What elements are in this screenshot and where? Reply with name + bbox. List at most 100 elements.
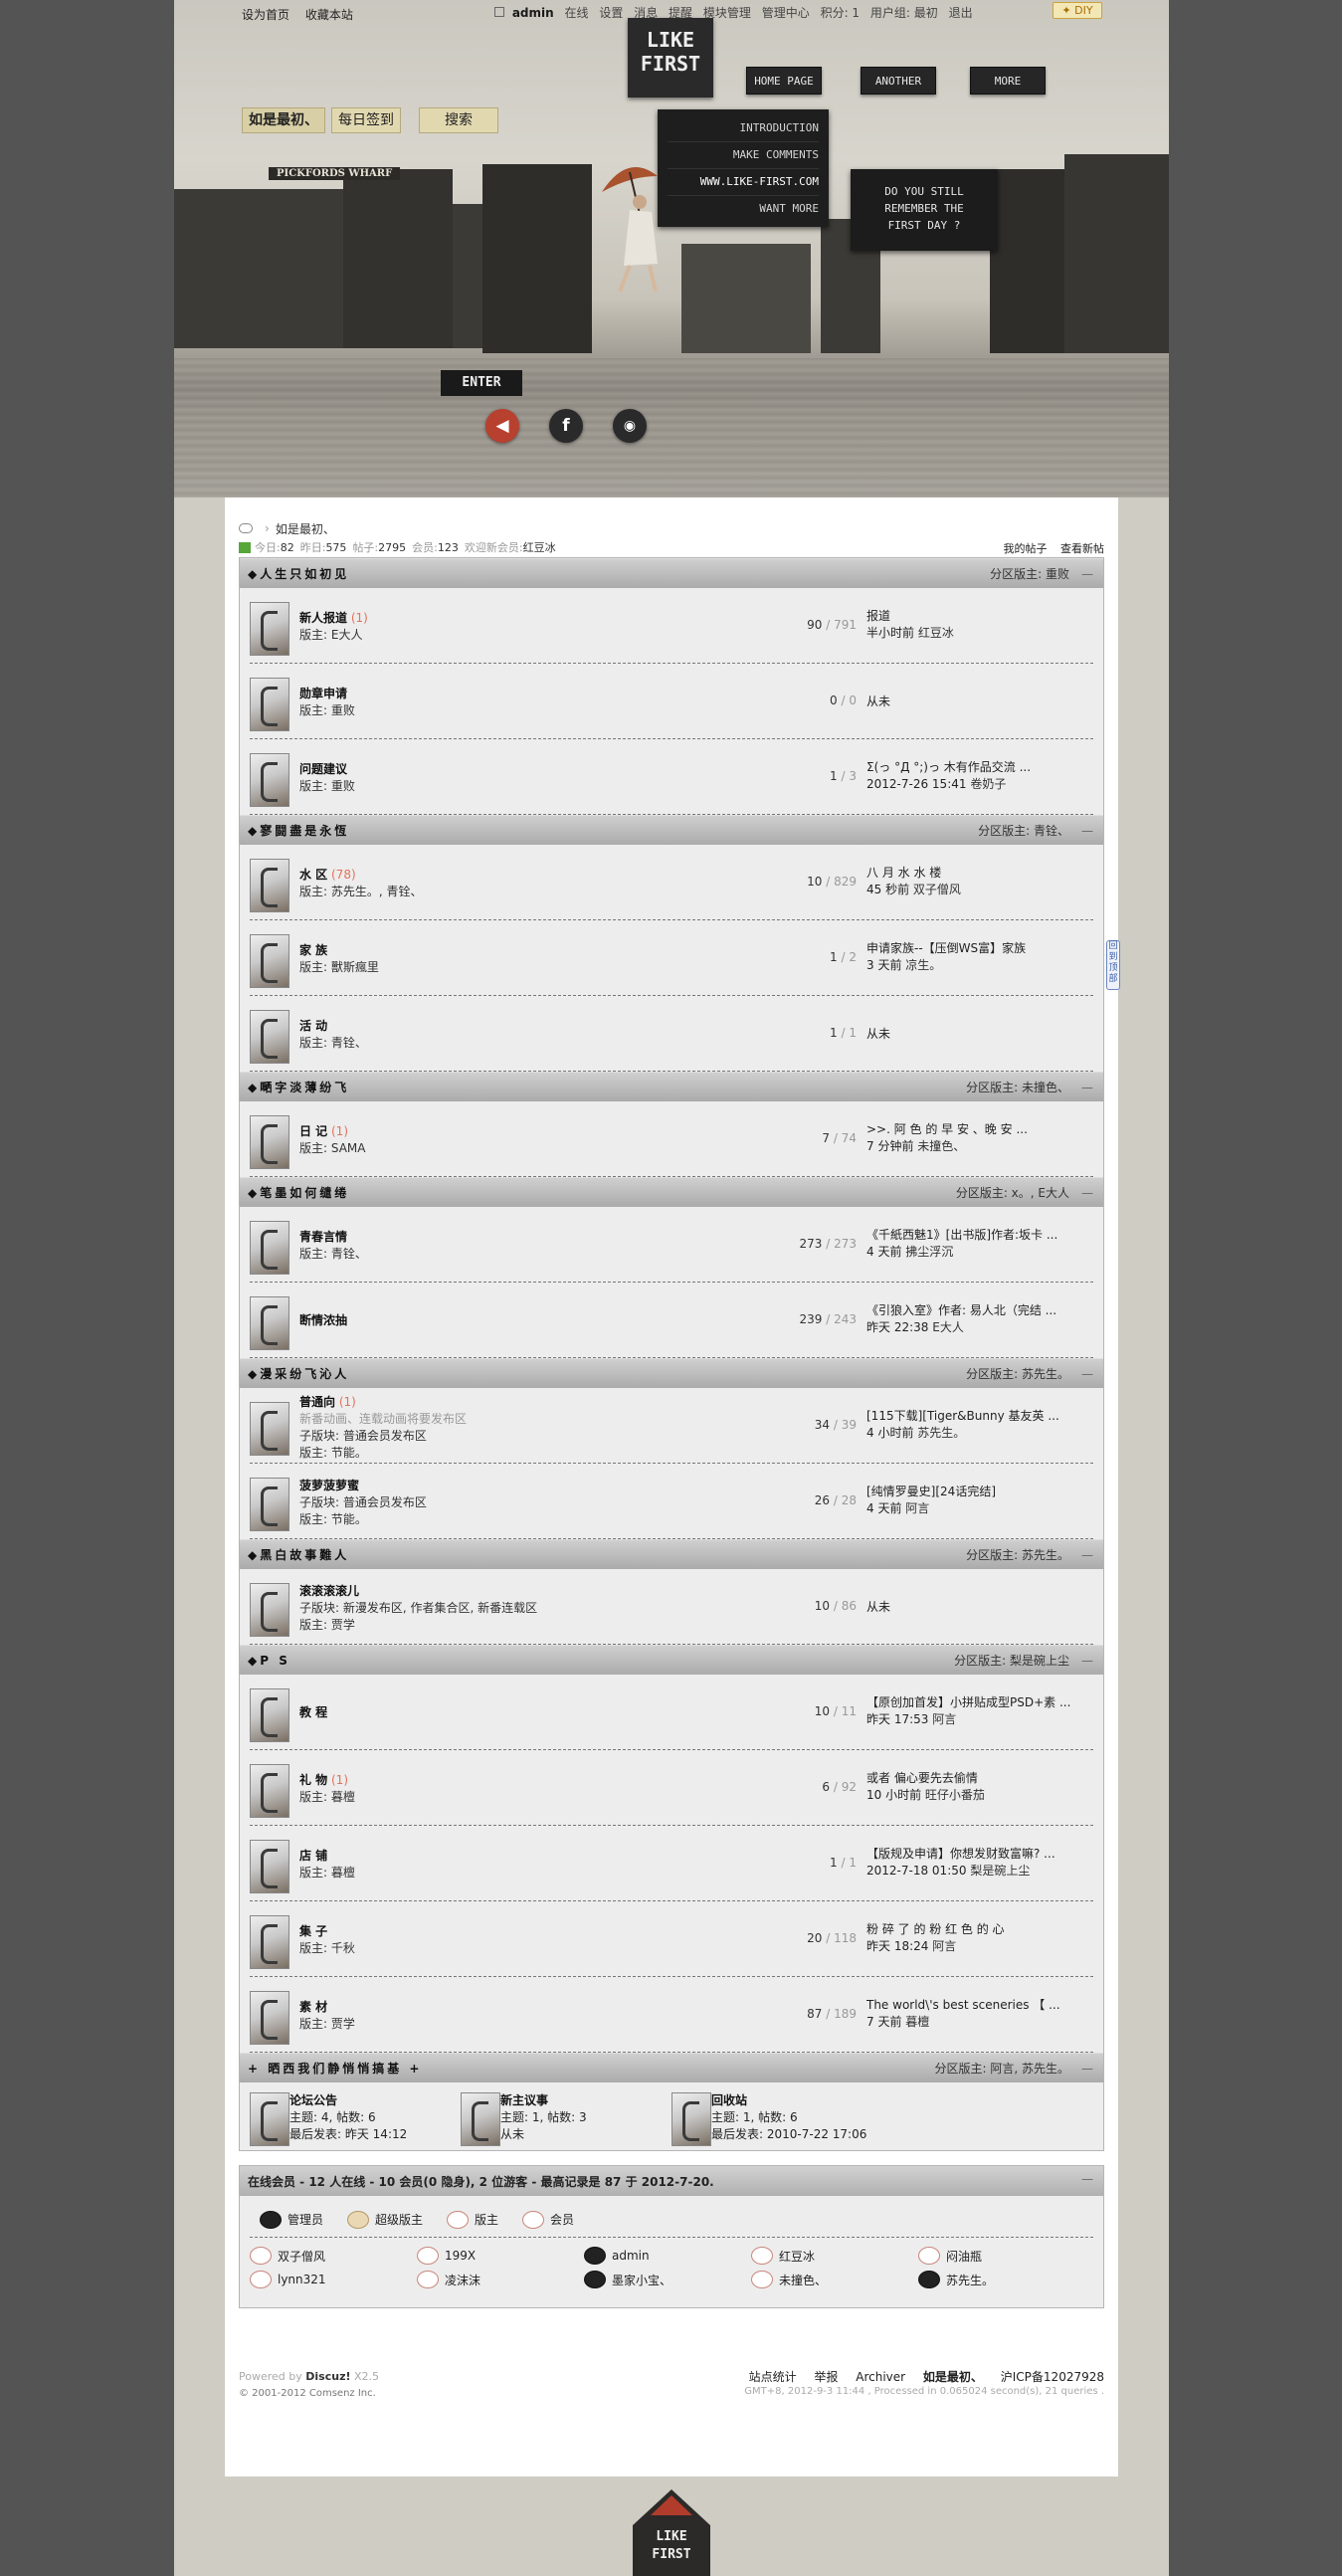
last-post-author[interactable]: 卷奶子	[970, 777, 1006, 791]
forum-moderator[interactable]: 版主: 暮檀	[299, 1865, 355, 1882]
mini-forum-name[interactable]: 回收站	[711, 2093, 747, 2107]
nav-home-page[interactable]: HOME PAGE	[746, 67, 822, 95]
forum-name-link[interactable]: 新人报道	[299, 611, 347, 625]
forum-name-link[interactable]: 集 子	[299, 1924, 327, 1938]
forum-name-link[interactable]: 滚滚滚滚儿	[299, 1584, 359, 1598]
last-post-author[interactable]: 阿言	[905, 1501, 929, 1515]
forum-row[interactable]: 礼 物 (1) 版主: 暮檀 6 / 92 或者 偏心要先去偷情 10 小时前 旺仔小番…	[250, 1750, 1093, 1826]
menu-site-url[interactable]: WWW.LIKE-FIRST.COM	[668, 169, 819, 196]
forum-row[interactable]: 集 子版主: 千秋 20 / 118 粉 碎 了 的 粉 红 色 的 心昨天 18:…	[250, 1901, 1093, 1977]
category-header[interactable]: + 晒西我们静悄悄搞基 + 分区版主: 阿言, 苏先生。 —	[240, 2053, 1103, 2082]
footer-icp-link[interactable]: 沪ICP备12027928	[1001, 2370, 1104, 2384]
last-post-title[interactable]: The world\'s best sceneries 【 ...	[866, 1997, 1095, 2014]
nav-credits[interactable]: 积分: 1	[821, 6, 861, 20]
online-user[interactable]: 199X	[417, 2246, 584, 2266]
forum-row[interactable]: 青春言情 版主: 青铨、 273 / 273 《千紙西魅1》[出书版]作者:坂卡 ..…	[250, 1207, 1093, 1283]
quick-checkin-button[interactable]: 每日签到	[331, 107, 401, 133]
last-post-author[interactable]: 凉生。	[905, 958, 941, 972]
forum-row[interactable]: 教 程 10 / 11 【原创加首发】小拼贴成型PSD+素 ... 昨天 17:53 …	[250, 1675, 1093, 1750]
diy-button[interactable]: ✦ DIY	[1053, 2, 1102, 19]
forum-moderator[interactable]: 版主: 节能。	[299, 1445, 467, 1462]
forum-moderator[interactable]: 版主: 獸斯瘋里	[299, 959, 379, 976]
menu-make-comments[interactable]: MAKE COMMENTS	[668, 142, 819, 169]
facebook-icon[interactable]: f	[549, 409, 583, 443]
last-post-author[interactable]: E大人	[932, 1320, 964, 1334]
site-logo[interactable]: LIKE FIRST	[628, 18, 713, 98]
forum-subforums[interactable]: 子版块: 普通会员发布区	[299, 1428, 467, 1445]
forum-name-link[interactable]: 日 记	[299, 1124, 327, 1138]
forum-row[interactable]: 滚滚滚滚儿 子版块: 新漫发布区, 作者集合区, 新番连载区 版主: 贾学 10 / …	[250, 1569, 1093, 1645]
quick-home-button[interactable]: 如是最初、	[242, 107, 325, 133]
collapse-icon[interactable]: —	[1081, 824, 1093, 838]
mini-forum-item[interactable]: 论坛公告 主题: 4, 帖数: 6 最后发表: 昨天 14:12	[250, 2088, 461, 2146]
last-post-author[interactable]: 阿言	[932, 1712, 956, 1726]
forum-moderator[interactable]: 版主: 青铨、	[299, 1246, 367, 1263]
footer-stats-link[interactable]: 站点统计	[749, 2370, 797, 2384]
last-post-title[interactable]: 从未	[866, 1599, 1095, 1616]
category-header[interactable]: ◆ 人生只如初见 分区版主: 重败 —	[240, 558, 1103, 588]
last-post-title[interactable]: >>. 阿 色 的 早 安 、晚 安 ...	[866, 1121, 1095, 1138]
online-user[interactable]: 苏先生。	[918, 2270, 1085, 2289]
last-post-author[interactable]: 阿言	[932, 1939, 956, 1953]
forum-name-link[interactable]: 家 族	[299, 943, 327, 957]
bookmark-link[interactable]: 收藏本站	[305, 8, 353, 22]
last-post-title[interactable]: 《引狼入室》作者: 易人北（完结 ...	[866, 1302, 1095, 1319]
forum-name-link[interactable]: 问题建议	[299, 762, 347, 776]
enter-button[interactable]: ENTER	[441, 370, 522, 396]
quick-search-button[interactable]: 搜索	[419, 107, 498, 133]
nav-logout[interactable]: 退出	[949, 6, 973, 20]
last-post-title[interactable]: 或者 偏心要先去偷情	[866, 1770, 1095, 1787]
online-user[interactable]: 未撞色、	[751, 2270, 918, 2289]
forum-subforums[interactable]: 子版块: 普通会员发布区	[299, 1494, 427, 1511]
category-header[interactable]: ◆ 嗮字淡薄纷飞 分区版主: 未撞色、 —	[240, 1072, 1103, 1101]
last-post-author[interactable]: 拂尘浮沉	[905, 1245, 953, 1259]
forum-row[interactable]: 水 区 (78) 版主: 苏先生。, 青铨、 10 / 829 八 月 水 水 楼 45…	[250, 845, 1093, 920]
forum-row[interactable]: 店 铺版主: 暮檀 1 / 1 【版规及申请】你想发财致富嘛? ... 2012-7-…	[250, 1826, 1093, 1901]
last-post-author[interactable]: 旺仔小番茄	[925, 1788, 985, 1802]
category-header[interactable]: ◆ 黑白故事難人 分区版主: 苏先生。 —	[240, 1539, 1103, 1569]
collapse-icon[interactable]: —	[1081, 1081, 1093, 1094]
online-user[interactable]: 双子僧风	[250, 2246, 417, 2266]
weibo-icon[interactable]: ◉	[613, 409, 647, 443]
collapse-icon[interactable]: —	[1081, 1548, 1093, 1562]
forum-moderator[interactable]: 版主: 重败	[299, 778, 355, 795]
category-header[interactable]: ◆ 笔墨如何缱绻 分区版主: x。, E大人 —	[240, 1177, 1103, 1207]
menu-want-more[interactable]: WANT MORE	[668, 196, 819, 222]
mini-forum-name[interactable]: 新主议事	[500, 2093, 548, 2107]
forum-moderator[interactable]: 版主: 贾学	[299, 1617, 537, 1634]
online-user[interactable]: 闷油瓶	[918, 2246, 1085, 2266]
forum-row[interactable]: 普通向 (1) 新番动画、连载动画将要发布区 子版块: 普通会员发布区 版主: 节能。…	[250, 1388, 1093, 1464]
forum-moderator[interactable]: 版主: 苏先生。, 青铨、	[299, 884, 423, 900]
forum-row[interactable]: 素 材版主: 贾学 87 / 189 The world\'s best scene…	[250, 1977, 1093, 2053]
welcome-member-link[interactable]: 红豆冰	[523, 539, 556, 555]
nav-admin-center[interactable]: 管理中心	[762, 6, 810, 20]
last-post-title[interactable]: Σ(っ °Д °;)っ 木有作品交流 ...	[866, 759, 1095, 776]
forum-name-link[interactable]: 普通向	[299, 1395, 335, 1409]
forum-name-link[interactable]: 青春言情	[299, 1230, 347, 1244]
footer-report-link[interactable]: 举报	[814, 2370, 838, 2384]
mini-forum-name[interactable]: 论坛公告	[289, 2093, 337, 2107]
forum-name-link[interactable]: 活 动	[299, 1019, 327, 1033]
forum-subforums[interactable]: 子版块: 新漫发布区, 作者集合区, 新番连载区	[299, 1600, 537, 1617]
category-header[interactable]: ◆ 漫采纷飞沁人 分区版主: 苏先生。 —	[240, 1358, 1103, 1388]
category-header[interactable]: ◆ P S 分区版主: 梨是碗上尘 —	[240, 1645, 1103, 1675]
back-icon[interactable]: ◀	[485, 409, 519, 443]
collapse-icon[interactable]: —	[1081, 1186, 1093, 1200]
forum-name-link[interactable]: 勋章申请	[299, 687, 347, 700]
last-post-author[interactable]: 双子僧风	[913, 883, 961, 896]
last-post-title[interactable]: 从未	[866, 1026, 1095, 1043]
nav-more[interactable]: MORE	[970, 67, 1046, 95]
my-posts-link[interactable]: 我的帖子	[1004, 542, 1048, 555]
last-post-title[interactable]: 申请家族--【压倒WS富】家族	[866, 940, 1095, 957]
nav-another[interactable]: ANOTHER	[861, 67, 936, 95]
forum-moderator[interactable]: 版主: 青铨、	[299, 1035, 367, 1052]
forum-name-link[interactable]: 水 区	[299, 868, 327, 882]
forum-row[interactable]: 活 动版主: 青铨、 1 / 1 从未	[250, 996, 1093, 1072]
forum-moderator[interactable]: 版主: 节能。	[299, 1511, 427, 1528]
nav-settings[interactable]: 设置	[599, 6, 623, 20]
forum-row[interactable]: 新人报道 (1) 版主: E大人 90 / 791 报道 半小时前 红豆冰	[250, 588, 1093, 664]
online-user[interactable]: 凌沫沫	[417, 2270, 584, 2289]
footer-site-link[interactable]: 如是最初、	[923, 2370, 983, 2384]
last-post-title[interactable]: 《千紙西魅1》[出书版]作者:坂卡 ...	[866, 1227, 1095, 1244]
forum-row[interactable]: 问题建议 版主: 重败 1 / 3 Σ(っ °Д °;)っ 木有作品交流 ... 201…	[250, 739, 1093, 815]
